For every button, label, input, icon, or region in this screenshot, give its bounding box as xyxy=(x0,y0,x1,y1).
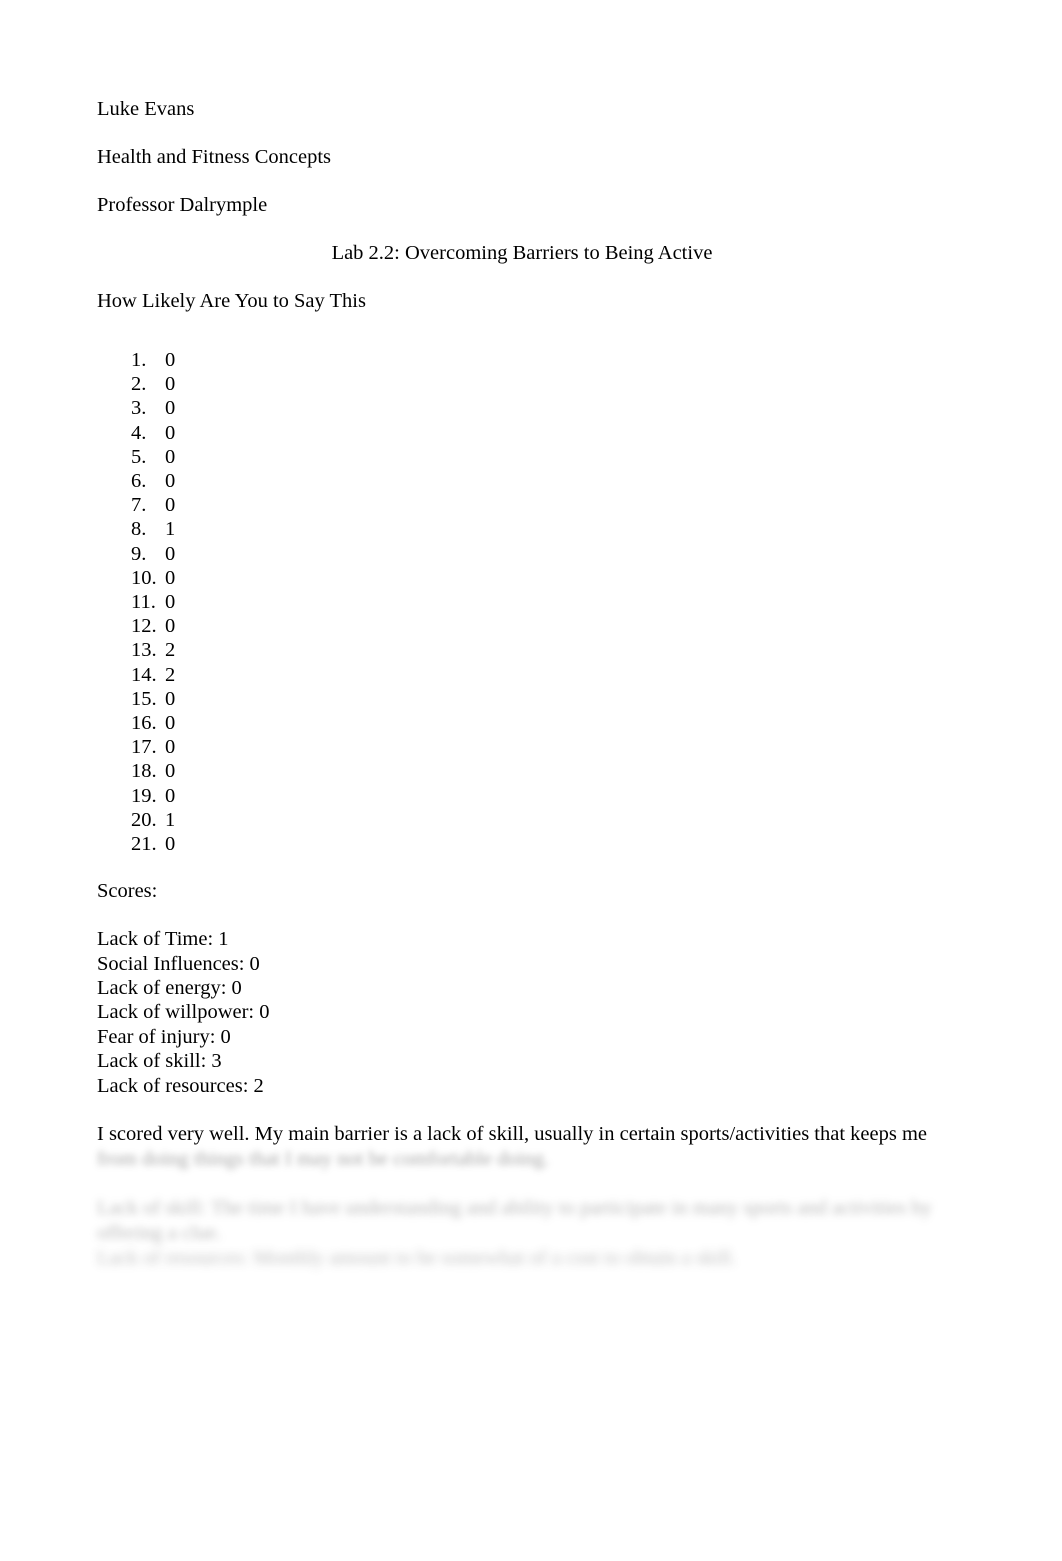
list-item-number: 2. xyxy=(131,373,147,396)
instructor-name: Professor Dalrymple xyxy=(97,194,268,216)
list-top-spacer xyxy=(97,337,947,348)
list-item-value: 0 xyxy=(165,494,176,517)
score-line: Lack of willpower: 0 xyxy=(97,1001,270,1024)
list-item-value: 1 xyxy=(165,808,176,831)
list-item-number: 20. xyxy=(131,808,157,831)
list-item: 13. 2 xyxy=(97,638,947,662)
list-item: 6. 0 xyxy=(97,469,947,493)
conclusion-line-5-blurred: Lack of resources: Monthly amount to be … xyxy=(97,1247,737,1270)
score-line: Lack of skill: 3 xyxy=(97,1050,222,1073)
list-item-number: 19. xyxy=(131,784,157,807)
questionnaire-list: 1. 0 2. 0 3. 0 4. 0 5. 0 6. 0 7. 0 8. 1 9. 0 10. 0 11. 0 12. 0 1… xyxy=(97,348,947,856)
list-item-number: 12. xyxy=(131,615,157,638)
list-item-number: 11. xyxy=(131,591,156,614)
list-item: 7. 0 xyxy=(97,493,947,517)
list-item: 20. 1 xyxy=(97,808,947,832)
list-item-value: 2 xyxy=(165,663,176,686)
list-item-value: 0 xyxy=(165,373,176,396)
scores-bottom-spacer xyxy=(97,1098,947,1122)
list-item: 15. 0 xyxy=(97,687,947,711)
list-item: 3. 0 xyxy=(97,396,947,420)
course-name: Health and Fitness Concepts xyxy=(97,146,332,168)
scores-block: Lack of Time: 1 Social Influences: 0 Lack … xyxy=(97,927,947,1098)
conclusion-line-3-blurred: Lack of skill: The time I have understan… xyxy=(97,1197,932,1220)
list-item: 12. 0 xyxy=(97,614,947,638)
list-item-value: 0 xyxy=(165,445,176,468)
list-item: 9. 0 xyxy=(97,542,947,566)
list-item-number: 14. xyxy=(131,663,157,686)
list-item-number: 17. xyxy=(131,736,157,759)
score-line: Lack of resources: 2 xyxy=(97,1074,264,1097)
conclusion-gap-spacer xyxy=(97,1172,947,1196)
list-item-value: 0 xyxy=(165,833,176,856)
list-item: 4. 0 xyxy=(97,421,947,445)
list-item: 11. 0 xyxy=(97,590,947,614)
list-item-value: 0 xyxy=(165,397,176,420)
scores-heading: Scores: xyxy=(97,880,158,903)
list-item-value: 2 xyxy=(165,639,176,662)
conclusion-line-2-blurred: from doing things that I may not be comf… xyxy=(97,1148,550,1171)
list-item: 1. 0 xyxy=(97,348,947,372)
list-item-number: 21. xyxy=(131,833,157,856)
list-item: 5. 0 xyxy=(97,445,947,469)
section-heading: How Likely Are You to Say This xyxy=(97,290,366,312)
document-body: Luke Evans Health and Fitness Concepts P… xyxy=(97,97,947,1271)
list-item-number: 13. xyxy=(131,639,157,662)
list-bottom-spacer xyxy=(97,856,947,879)
list-item-number: 5. xyxy=(131,445,147,468)
list-item: 10. 0 xyxy=(97,566,947,590)
list-item-value: 0 xyxy=(165,736,176,759)
score-line: Social Influences: 0 xyxy=(97,952,260,975)
list-item-number: 8. xyxy=(131,518,147,541)
list-item-number: 18. xyxy=(131,760,157,783)
list-item-number: 9. xyxy=(131,542,147,565)
list-item: 14. 2 xyxy=(97,663,947,687)
list-item-value: 0 xyxy=(165,470,176,493)
list-item-value: 0 xyxy=(165,421,176,444)
page-title: Lab 2.2: Overcoming Barriers to Being Ac… xyxy=(331,242,713,264)
list-item-number: 16. xyxy=(131,712,157,735)
list-item-number: 7. xyxy=(131,494,147,517)
score-line: Lack of energy: 0 xyxy=(97,977,242,1000)
list-item-number: 6. xyxy=(131,470,147,493)
list-item: 18. 0 xyxy=(97,759,947,783)
list-item: 19. 0 xyxy=(97,784,947,808)
list-item-value: 1 xyxy=(165,518,176,541)
list-item: 8. 1 xyxy=(97,517,947,541)
list-item-value: 0 xyxy=(165,784,176,807)
list-item-value: 0 xyxy=(165,349,176,371)
list-item-number: 1. xyxy=(131,349,147,371)
list-item-value: 0 xyxy=(165,591,176,614)
score-line: Lack of Time: 1 xyxy=(97,928,229,951)
list-item-value: 0 xyxy=(165,760,176,783)
conclusion-line-1: I scored very well. My main barrier is a… xyxy=(97,1123,928,1146)
list-item-number: 15. xyxy=(131,687,157,710)
list-item-number: 3. xyxy=(131,397,147,420)
conclusion-line-4-blurred: offering a clue. xyxy=(97,1222,222,1245)
list-item-value: 0 xyxy=(165,687,176,710)
list-item-value: 0 xyxy=(165,615,176,638)
list-item-value: 0 xyxy=(165,566,176,589)
list-item: 2. 0 xyxy=(97,372,947,396)
list-item: 17. 0 xyxy=(97,735,947,759)
list-item: 21. 0 xyxy=(97,832,947,856)
score-line: Fear of injury: 0 xyxy=(97,1025,231,1048)
list-item-value: 0 xyxy=(165,542,176,565)
list-item-number: 4. xyxy=(131,421,147,444)
list-item-value: 0 xyxy=(165,712,176,735)
document-page: Luke Evans Health and Fitness Concepts P… xyxy=(0,0,1062,1561)
list-item: 16. 0 xyxy=(97,711,947,735)
student-name: Luke Evans xyxy=(97,98,195,120)
list-item-number: 10. xyxy=(131,566,157,589)
